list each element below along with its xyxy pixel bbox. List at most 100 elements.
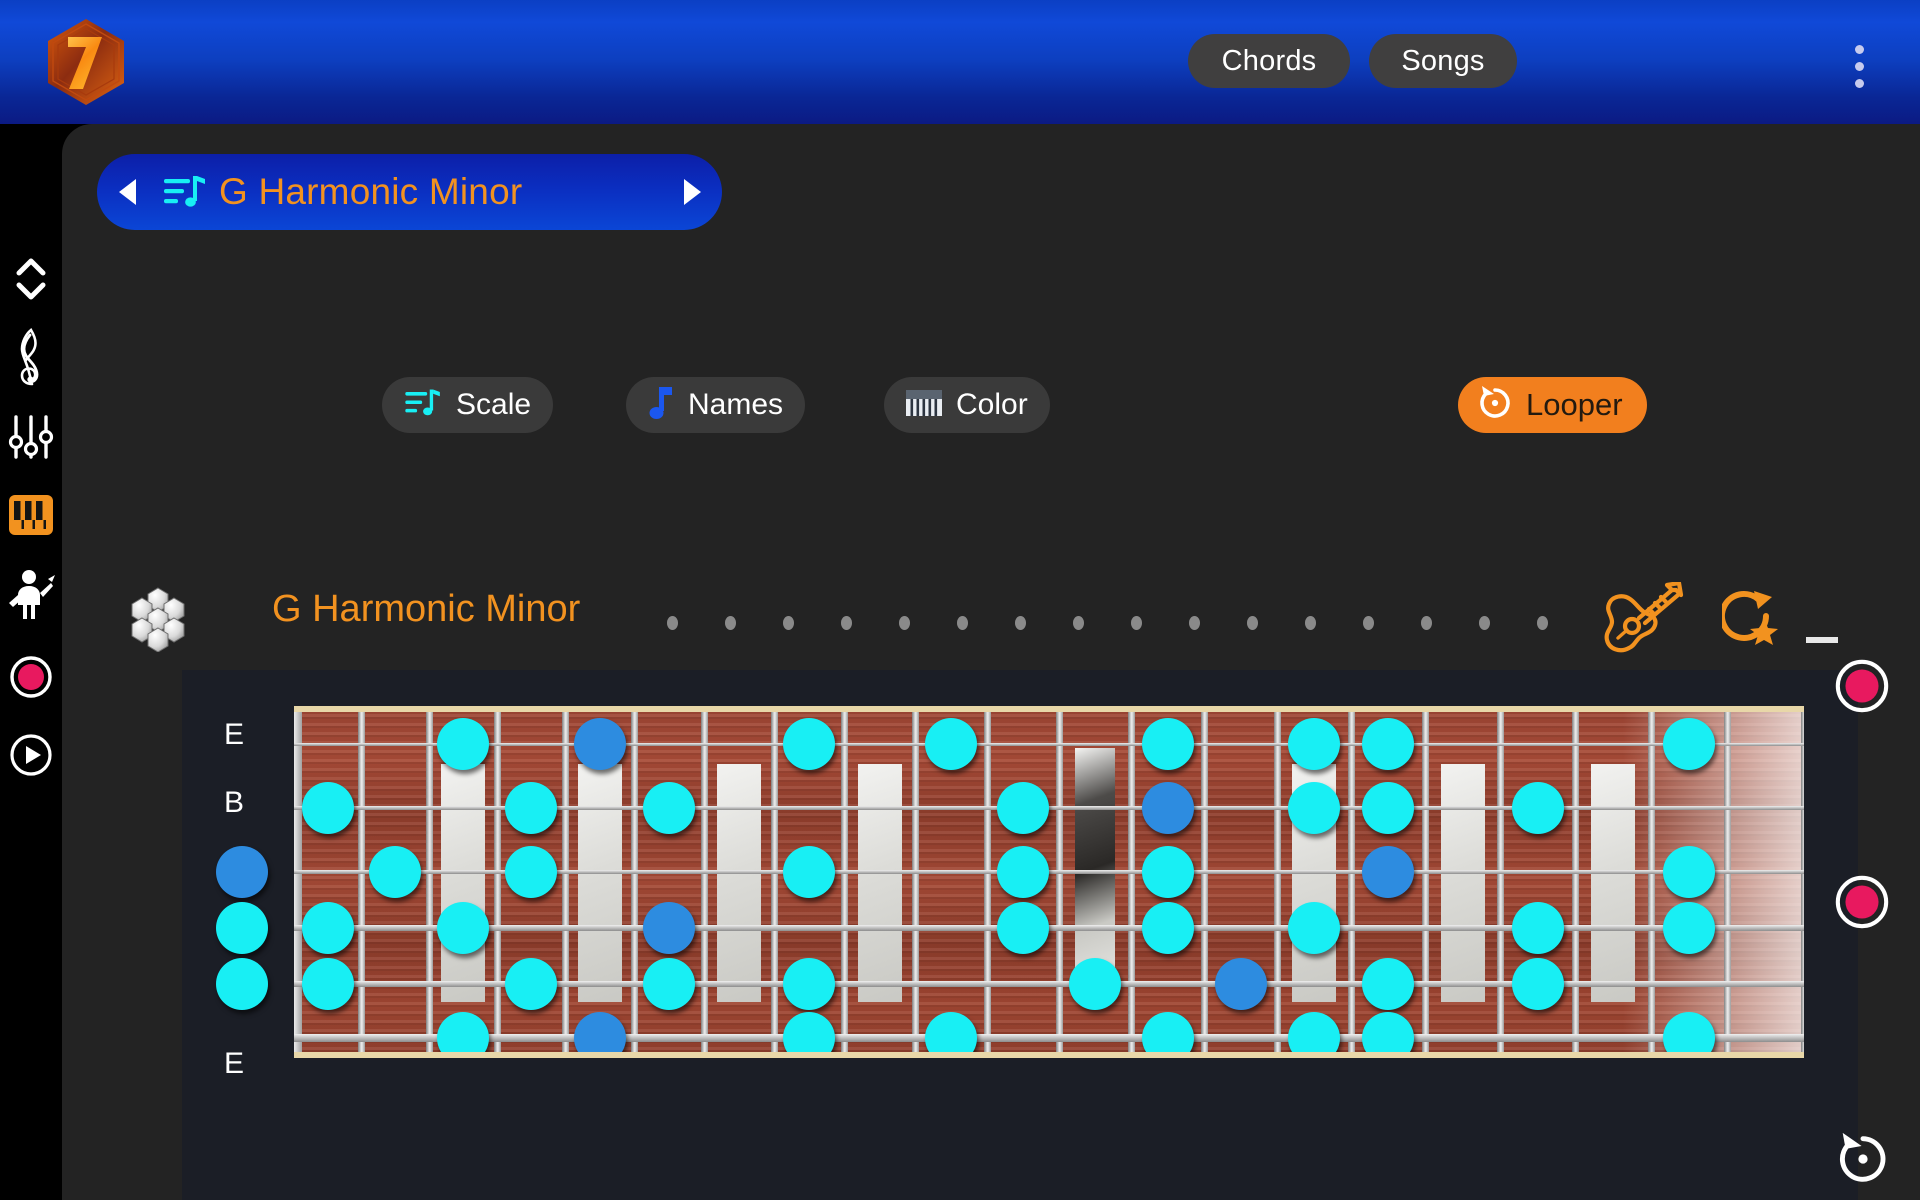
scale-note-dot[interactable] bbox=[783, 718, 835, 770]
scale-note-dot[interactable] bbox=[1141, 1012, 1194, 1052]
fret-inlay-marker bbox=[717, 764, 761, 1002]
fret-wire bbox=[1274, 712, 1281, 1052]
scale-next-button[interactable] bbox=[662, 179, 722, 205]
scale-note-dot[interactable] bbox=[1288, 782, 1340, 834]
root-note-dot[interactable] bbox=[573, 1012, 626, 1052]
scale-note-dot[interactable] bbox=[437, 902, 489, 954]
scale-note-dot[interactable] bbox=[1663, 902, 1715, 954]
sidebar-item-notation[interactable] bbox=[0, 326, 62, 388]
left-sidebar bbox=[0, 124, 62, 1200]
guitar-icon[interactable] bbox=[1602, 580, 1694, 661]
scale-note-dot[interactable] bbox=[1288, 902, 1340, 954]
undo-loop-icon bbox=[1834, 1132, 1892, 1192]
color-toggle-button[interactable]: Color bbox=[884, 377, 1050, 433]
root-note-dot[interactable] bbox=[1362, 846, 1414, 898]
scale-note-dot[interactable] bbox=[1141, 718, 1194, 770]
scale-note-dot[interactable] bbox=[997, 846, 1049, 898]
loop-arrow-icon bbox=[1476, 384, 1514, 427]
refresh-star-icon[interactable] bbox=[1719, 589, 1782, 654]
fret-inlay-marker bbox=[577, 764, 622, 1002]
rail-item-record-1[interactable] bbox=[1834, 658, 1890, 714]
fret-dot bbox=[725, 616, 736, 630]
sidebar-item-keyboard[interactable] bbox=[0, 484, 62, 546]
scale-prev-button[interactable] bbox=[97, 179, 157, 205]
fret-wire bbox=[912, 712, 919, 1052]
fret-wire bbox=[1201, 712, 1208, 1052]
scale-note-dot[interactable] bbox=[505, 846, 557, 898]
scale-note-dot[interactable] bbox=[1362, 782, 1414, 834]
scale-note-dot[interactable] bbox=[301, 782, 354, 834]
scale-note-dot[interactable] bbox=[643, 958, 695, 1010]
names-toggle-label: Names bbox=[688, 388, 784, 421]
scale-note-dot[interactable] bbox=[1288, 718, 1340, 770]
scale-note-dot[interactable] bbox=[301, 958, 354, 1010]
root-note-dot[interactable] bbox=[1214, 958, 1267, 1010]
scale-note-dot[interactable] bbox=[437, 1012, 489, 1052]
treble-clef-icon bbox=[14, 327, 48, 387]
fret-wire bbox=[631, 712, 638, 1052]
rail-item-record-2[interactable] bbox=[1834, 874, 1890, 930]
scale-note-dot[interactable] bbox=[505, 782, 557, 834]
scale-note-dot[interactable] bbox=[1362, 1012, 1414, 1052]
fret-wire bbox=[426, 712, 433, 1052]
fret-wire bbox=[1128, 712, 1135, 1052]
scale-note-dot[interactable] bbox=[925, 718, 977, 770]
open-root-note-dot[interactable] bbox=[216, 846, 268, 898]
scale-toggle-button[interactable]: Scale bbox=[382, 377, 554, 433]
app-logo[interactable] bbox=[42, 17, 130, 107]
open-scale-note-dot[interactable] bbox=[216, 902, 268, 954]
fretboard-header: G Harmonic Minor bbox=[62, 574, 1920, 664]
scale-note-dot[interactable] bbox=[1663, 1012, 1715, 1052]
songs-button[interactable]: Songs bbox=[1369, 34, 1517, 88]
scale-note-dot[interactable] bbox=[1362, 718, 1414, 770]
piano-keys-icon bbox=[906, 389, 942, 421]
scale-note-dot[interactable] bbox=[1663, 718, 1715, 770]
root-note-dot[interactable] bbox=[1141, 782, 1194, 834]
looper-button[interactable]: Looper bbox=[1458, 377, 1647, 433]
sidebar-item-record[interactable] bbox=[0, 646, 62, 708]
music-note-icon bbox=[648, 385, 674, 426]
scale-note-dot[interactable] bbox=[783, 1012, 835, 1052]
scale-note-dot[interactable] bbox=[1663, 846, 1715, 898]
names-toggle-button[interactable]: Names bbox=[626, 377, 806, 433]
scale-note-dot[interactable] bbox=[437, 718, 489, 770]
scale-note-dot[interactable] bbox=[643, 782, 695, 834]
scale-note-dot[interactable] bbox=[369, 846, 421, 898]
scale-note-dot[interactable] bbox=[301, 902, 354, 954]
scale-note-dot[interactable] bbox=[1511, 782, 1564, 834]
scale-note-dot[interactable] bbox=[997, 782, 1049, 834]
scale-note-dot[interactable] bbox=[1069, 958, 1121, 1010]
fret-dot bbox=[1189, 616, 1200, 630]
root-note-dot[interactable] bbox=[643, 902, 695, 954]
scale-note-dot[interactable] bbox=[1288, 1012, 1340, 1052]
sidebar-item-conductor[interactable] bbox=[0, 564, 62, 626]
scale-note-dot[interactable] bbox=[505, 958, 557, 1010]
scale-note-dot[interactable] bbox=[997, 902, 1049, 954]
scale-toggle-label: Scale bbox=[456, 388, 532, 421]
sidebar-item-expand-collapse[interactable] bbox=[0, 248, 62, 310]
fretboard-board[interactable] bbox=[294, 706, 1804, 1058]
piano-keys-icon bbox=[8, 494, 54, 536]
sidebar-item-play[interactable] bbox=[0, 724, 62, 786]
string-label-e-high: E bbox=[224, 718, 245, 751]
scale-note-dot[interactable] bbox=[783, 846, 835, 898]
root-note-dot[interactable] bbox=[573, 718, 626, 770]
scale-note-dot[interactable] bbox=[1362, 958, 1414, 1010]
expand-collapse-icon bbox=[14, 256, 48, 302]
scale-note-dot[interactable] bbox=[1511, 902, 1564, 954]
fret-wire bbox=[494, 712, 501, 1052]
string-label-b: B bbox=[224, 786, 245, 819]
hex-cluster-icon[interactable] bbox=[124, 584, 192, 653]
kebab-menu-icon[interactable] bbox=[1852, 45, 1866, 95]
open-scale-note-dot[interactable] bbox=[216, 958, 268, 1010]
sidebar-item-mixer[interactable] bbox=[0, 406, 62, 468]
rail-item-reset[interactable] bbox=[1834, 1130, 1890, 1186]
chords-button[interactable]: Chords bbox=[1188, 34, 1350, 88]
scale-selector[interactable]: G Harmonic Minor bbox=[97, 154, 722, 230]
scale-note-dot[interactable] bbox=[925, 1012, 977, 1052]
scale-note-dot[interactable] bbox=[1141, 902, 1194, 954]
scale-note-dot[interactable] bbox=[1141, 846, 1194, 898]
scale-note-dot[interactable] bbox=[783, 958, 835, 1010]
scale-note-dot[interactable] bbox=[1511, 958, 1564, 1010]
fretboard[interactable]: E B E bbox=[182, 670, 1858, 1200]
